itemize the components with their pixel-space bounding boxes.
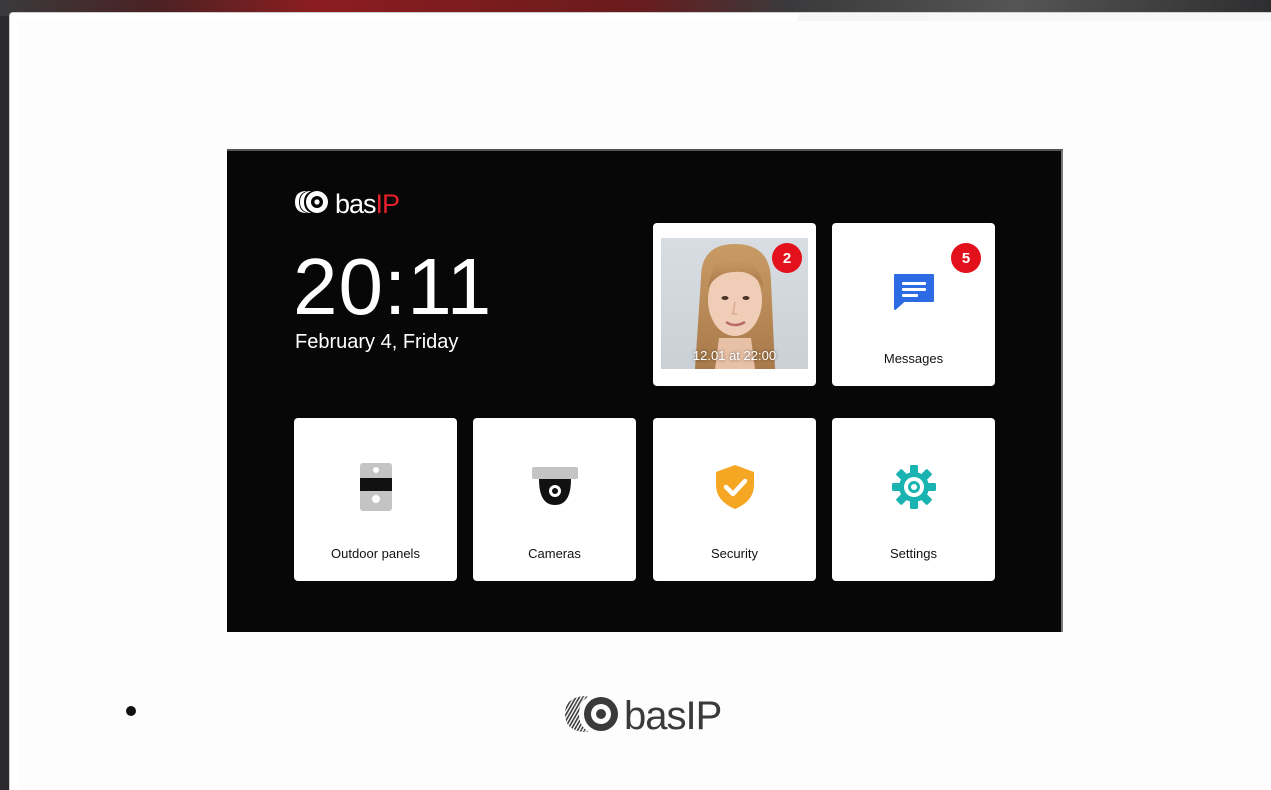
front-logo-mark-icon (563, 694, 621, 739)
call-count-badge: 2 (772, 243, 802, 273)
tile-settings-label: Settings (890, 546, 937, 561)
clock-date: February 4, Friday (295, 331, 459, 353)
tile-security[interactable]: Security (653, 418, 816, 581)
tile-settings[interactable]: Settings (832, 418, 995, 581)
tile-cameras[interactable]: Cameras (473, 418, 636, 581)
brand-logo-mark-icon (293, 189, 331, 220)
gear-icon (889, 462, 939, 512)
tile-outdoor-panels-label: Outdoor panels (331, 546, 420, 561)
front-logo-text: basIP (624, 694, 722, 738)
messages-count-badge: 5 (951, 243, 981, 273)
sensor-dot (126, 706, 136, 716)
tile-security-label: Security (711, 546, 758, 561)
brand-logo-text: basIP (335, 189, 400, 219)
clock-time: 20:11 (293, 242, 493, 331)
tile-outdoor-panels[interactable]: Outdoor panels (294, 418, 457, 581)
shield-check-icon (710, 462, 760, 512)
intercom-panel-icon (351, 462, 401, 512)
chat-bubble-icon (889, 267, 939, 317)
tile-messages[interactable]: 5 Messages (832, 223, 995, 386)
tile-messages-label: Messages (883, 351, 944, 366)
monitor-screen: basIP 20:11 February 4, Friday 12.01 at … (227, 149, 1063, 632)
brand-logo: basIP (293, 189, 400, 220)
device-front-logo: basIP (563, 694, 722, 739)
tile-cameras-label: Cameras (528, 546, 581, 561)
tile-call-log[interactable]: 12.01 at 22:00 2 (653, 223, 816, 386)
call-timestamp: 12.01 at 22:00 (692, 348, 777, 363)
dome-camera-icon (530, 462, 580, 512)
